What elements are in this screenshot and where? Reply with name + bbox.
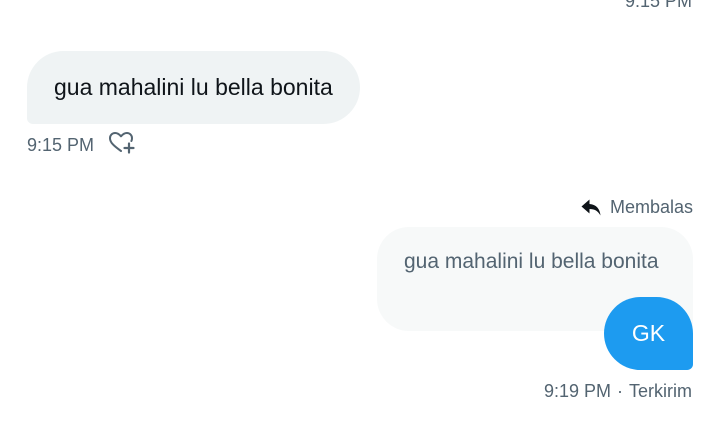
incoming-message-bubble[interactable]: gua mahalini lu bella bonita: [27, 51, 360, 124]
reply-arrow-icon: [580, 196, 602, 218]
incoming-message-text: gua mahalini lu bella bonita: [54, 74, 333, 100]
outgoing-message-meta: 9:19 PM · Terkirim: [544, 378, 692, 404]
outgoing-message-text: GK: [631, 320, 666, 346]
heart-plus-icon: [108, 130, 136, 161]
incoming-message-meta: 9:15 PM: [27, 130, 136, 161]
outgoing-message-timestamp: 9:19 PM: [543, 380, 611, 401]
add-reaction-button[interactable]: [108, 130, 136, 161]
previous-message-timestamp: 9:15 PM: [624, 0, 692, 11]
reply-indicator[interactable]: Membalas: [580, 194, 693, 220]
quoted-message-text: gua mahalini lu bella bonita: [404, 250, 659, 273]
reply-label: Membalas: [609, 196, 693, 217]
meta-separator: ·: [617, 380, 623, 401]
outgoing-message-bubble[interactable]: GK: [604, 297, 693, 370]
delivery-status: Terkirim: [629, 380, 692, 401]
incoming-message-timestamp: 9:15 PM: [27, 134, 95, 155]
